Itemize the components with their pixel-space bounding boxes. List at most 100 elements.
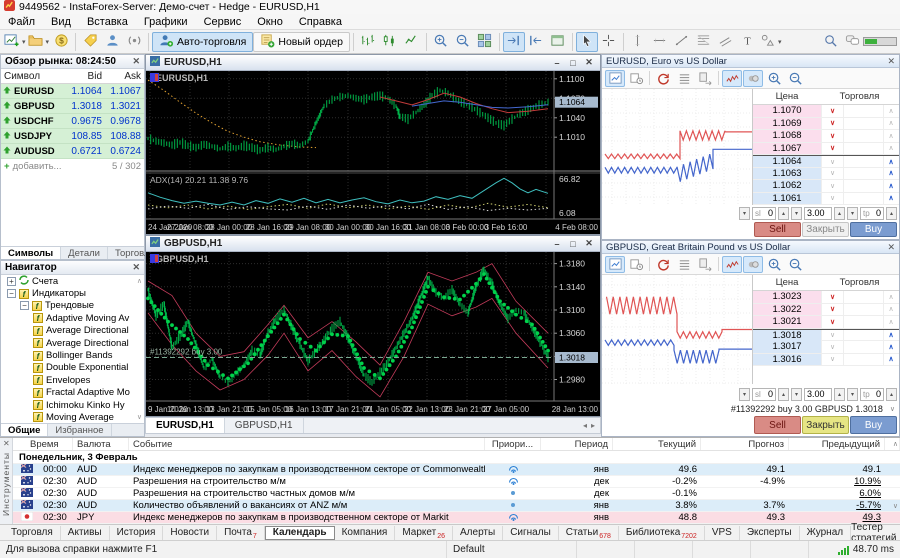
tree-scroll-up-icon[interactable]: ∧ bbox=[137, 277, 142, 285]
dom-eurusd-ticks-button[interactable] bbox=[722, 70, 742, 87]
toolbox-tab-trade[interactable]: Торговля bbox=[4, 526, 61, 540]
calendar-column-1[interactable]: Валюта bbox=[73, 438, 129, 450]
dom-eurusd-depth-button[interactable] bbox=[674, 70, 694, 87]
sell-stop-button[interactable]: ∨ bbox=[821, 341, 843, 353]
buy-limit-button[interactable]: ∧ bbox=[883, 354, 898, 366]
menu-item-tools[interactable]: Сервис bbox=[196, 14, 250, 29]
profiles-button[interactable]: ▾ bbox=[27, 32, 51, 52]
toolbox-tab-experts[interactable]: Эксперты bbox=[740, 526, 800, 540]
navigator-close-icon[interactable]: ✕ bbox=[132, 262, 140, 273]
buy-stop-button[interactable]: ∧ bbox=[883, 291, 898, 303]
sell-limit-button[interactable]: ∨ bbox=[821, 105, 843, 117]
navigator-tree-item[interactable]: fFractal Adaptive Mo bbox=[1, 387, 144, 399]
navigator-tree-item[interactable]: fIchimoku Kinko Hy bbox=[1, 399, 144, 411]
bars-chart-button[interactable] bbox=[357, 32, 379, 52]
dom-gbpusd-refresh-button[interactable] bbox=[653, 256, 673, 273]
chart-window-titlebar-gbpusd[interactable]: GBPUSD,H1 – □ ✕ bbox=[146, 236, 600, 252]
chevron-down-icon[interactable]: ∨ bbox=[890, 405, 895, 413]
autoscroll-button[interactable] bbox=[503, 32, 525, 52]
calendar-event-row[interactable]: 00:00AUDИндекс менеджеров по закупкам в … bbox=[13, 464, 900, 476]
market-watch-row[interactable]: EURUSD1.10641.1067 bbox=[1, 84, 144, 99]
symbols-button[interactable] bbox=[79, 32, 101, 52]
dom-gbpusd-volume-up-button[interactable]: ▴ bbox=[834, 388, 845, 401]
toolbox-tab-articles[interactable]: Статьи678 bbox=[559, 526, 619, 540]
dom-eurusd-sl-field[interactable]: sl0 bbox=[752, 207, 776, 220]
dom-gbpusd-group-button[interactable] bbox=[743, 256, 763, 273]
gbpusd-minimize-button[interactable]: – bbox=[550, 238, 564, 250]
navigator-tree-item[interactable]: fAverage Directional bbox=[1, 325, 144, 337]
buy-stop-button[interactable]: ∧ bbox=[883, 304, 898, 316]
scroll-up-icon[interactable]: ∧ bbox=[893, 440, 898, 448]
dom-eurusd-group-button[interactable] bbox=[743, 70, 763, 87]
market-watch-add-row[interactable]: +добавить...5 / 302 bbox=[1, 159, 144, 173]
calendar-column-6[interactable]: Прогноз bbox=[701, 438, 789, 450]
dom-eurusd-volume-up-button[interactable]: ▴ bbox=[834, 207, 845, 220]
dom-gbpusd-domchart-button[interactable] bbox=[605, 256, 625, 273]
dom-eurusd-tp-field[interactable]: tp0 bbox=[860, 207, 884, 220]
buy-limit-button[interactable]: ∧ bbox=[883, 156, 898, 167]
sell-stop-button[interactable]: ∨ bbox=[821, 180, 843, 192]
dom-eurusd-domchart-button[interactable] bbox=[605, 70, 625, 87]
dom-eurusd-sl-up-button[interactable]: ▴ bbox=[778, 207, 789, 220]
menu-item-charts[interactable]: Графики bbox=[136, 14, 196, 29]
toolbox-tab-market[interactable]: Маркет26 bbox=[395, 526, 453, 540]
candles-chart-button[interactable] bbox=[379, 32, 401, 52]
navigator-tree-item[interactable]: fEnvelopes bbox=[1, 374, 144, 386]
navigator-tree-item[interactable]: fMoving Average bbox=[1, 411, 144, 423]
navigator-tree-item[interactable]: fAdaptive Moving Av bbox=[1, 312, 144, 324]
market-watch-row[interactable]: AUDUSD0.67210.6724 bbox=[1, 144, 144, 159]
dom-eurusd-sl-down-button[interactable]: ▾ bbox=[739, 207, 750, 220]
text-button[interactable]: T bbox=[737, 32, 759, 52]
dom-gbpusd-domtime-button[interactable] bbox=[626, 256, 646, 273]
column-bid[interactable]: Bid bbox=[65, 71, 105, 82]
buy-limit-button[interactable]: ∧ bbox=[883, 330, 898, 341]
gbpusd-close-button[interactable]: ✕ bbox=[582, 238, 596, 250]
status-profile[interactable]: Default bbox=[446, 541, 576, 558]
dom-gbpusd-sell-button[interactable]: Sell bbox=[754, 416, 801, 434]
eurusd-close-button[interactable]: ✕ bbox=[582, 57, 596, 69]
scroll-down-icon[interactable]: ∨ bbox=[893, 502, 898, 510]
crosshair-button[interactable] bbox=[598, 32, 620, 52]
tree-scroll-down-icon[interactable]: ∨ bbox=[137, 413, 142, 421]
toolbox-tab-mail[interactable]: Почта7 bbox=[217, 526, 265, 540]
dom-eurusd-volume-field[interactable]: 3.00 bbox=[804, 207, 832, 220]
column-ask[interactable]: Ask bbox=[105, 71, 144, 82]
menu-item-view[interactable]: Вид bbox=[43, 14, 79, 29]
collapse-icon[interactable]: − bbox=[20, 301, 29, 310]
chat-button[interactable] bbox=[841, 32, 863, 52]
new-chart-button[interactable]: ▾ bbox=[3, 32, 27, 52]
tab-scroll-right-icon[interactable]: ▸ bbox=[591, 421, 595, 430]
dom-gbpusd-tp-up-button[interactable]: ▴ bbox=[886, 388, 897, 401]
shapes-button[interactable]: ▾ bbox=[759, 32, 783, 52]
navigator-tree-item[interactable]: fDouble Exponential bbox=[1, 362, 144, 374]
sell-limit-button[interactable]: ∨ bbox=[821, 316, 843, 328]
menu-item-help[interactable]: Справка bbox=[291, 14, 350, 29]
menu-item-window[interactable]: Окно bbox=[249, 14, 291, 29]
navigator-tree-item[interactable]: fBollinger Bands bbox=[1, 349, 144, 361]
dom-gbpusd-close-button[interactable]: Закрыть bbox=[802, 416, 849, 434]
chart-tab-gbpusd-h1[interactable]: GBPUSD,H1 bbox=[225, 418, 304, 433]
new-order-button[interactable]: Новый ордер bbox=[253, 32, 350, 52]
tab-scroll-left-icon[interactable]: ◂ bbox=[583, 421, 587, 430]
market-watch-tab-Символы[interactable]: Символы bbox=[1, 247, 61, 259]
chart-tab-eurusd-h1[interactable]: EURUSD,H1 bbox=[146, 418, 225, 433]
dom-eurusd-volume-down-button[interactable]: ▾ bbox=[791, 207, 802, 220]
trendline-button[interactable] bbox=[671, 32, 693, 52]
navigator-tree-item[interactable]: +Счета bbox=[1, 275, 144, 287]
dom-gbpusd-volume-field[interactable]: 3.00 bbox=[804, 388, 832, 401]
fibonacci-button[interactable] bbox=[693, 32, 715, 52]
toolbox-tab-company[interactable]: Компания bbox=[335, 526, 396, 540]
calendar-event-row[interactable]: 02:30AUDРазрешения на строительство м/мд… bbox=[13, 476, 900, 488]
menu-item-insert[interactable]: Вставка bbox=[79, 14, 136, 29]
calendar-column-3[interactable]: Приори... bbox=[485, 438, 541, 450]
dom-eurusd-buy-button[interactable]: Buy bbox=[850, 222, 897, 237]
toolbox-tab-history[interactable]: История bbox=[110, 526, 164, 540]
new-window-button[interactable] bbox=[547, 32, 569, 52]
navigator-tree-item[interactable]: −fТрендовые bbox=[1, 300, 144, 312]
sell-stop-button[interactable]: ∨ bbox=[821, 193, 843, 205]
toolbox-tab-journal[interactable]: Журнал bbox=[800, 526, 852, 540]
vertical-line-button[interactable] bbox=[627, 32, 649, 52]
dom-gbpusd-sl-down-button[interactable]: ▾ bbox=[739, 388, 750, 401]
toolbox-tab-news[interactable]: Новости bbox=[163, 526, 217, 540]
toolbox-tab-library[interactable]: Библиотека7202 bbox=[619, 526, 705, 540]
